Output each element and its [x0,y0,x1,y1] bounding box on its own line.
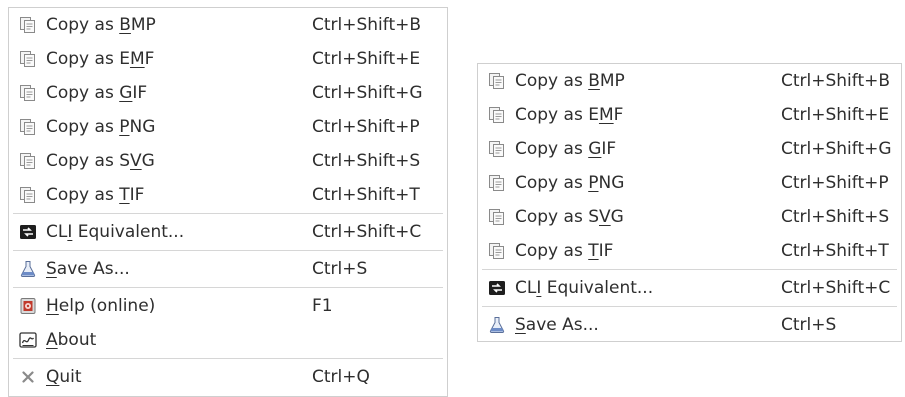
copy-icon [488,242,506,260]
copy-icon [19,152,37,170]
copy-icon [488,208,506,226]
save-flask-icon [19,260,37,278]
menu-item-label: Copy as GIF [515,139,617,159]
menu-item-quit[interactable]: Quit Ctrl+Q [9,360,447,394]
menu-item-label: Copy as TIF [515,241,614,261]
right-context-menu: Copy as BMP Ctrl+Shift+B Copy as EMF Ctr… [477,63,902,342]
menu-item-copy-emf[interactable]: Copy as EMF Ctrl+Shift+E [9,42,447,76]
menu-item-label: Copy as SVG [46,151,155,171]
copy-icon [488,72,506,90]
menu-item-save-as[interactable]: Save As... Ctrl+S [9,252,447,286]
shortcut-label: Ctrl+S [781,315,837,335]
menu-item-label: Copy as GIF [46,83,148,103]
menu-item-label: Copy as TIF [46,185,145,205]
copy-icon [488,174,506,192]
copy-icon [488,106,506,124]
copy-icon [19,16,37,34]
menu-item-copy-gif[interactable]: Copy as GIF Ctrl+Shift+G [478,132,901,166]
menu-item-label: Copy as PNG [46,117,156,137]
menu-item-copy-bmp[interactable]: Copy as BMP Ctrl+Shift+B [478,64,901,98]
menu-item-save-as[interactable]: Save As... Ctrl+S [478,308,901,342]
shortcut-label: Ctrl+Shift+T [781,241,889,261]
menu-item-copy-gif[interactable]: Copy as GIF Ctrl+Shift+G [9,76,447,110]
copy-icon [19,118,37,136]
menu-item-label: Copy as BMP [46,15,156,35]
menu-item-copy-tif[interactable]: Copy as TIF Ctrl+Shift+T [9,178,447,212]
menu-item-label: Copy as BMP [515,71,625,91]
menu-item-label: Help (online) [46,296,156,316]
copy-icon [19,84,37,102]
shortcut-label: Ctrl+Shift+P [312,117,420,137]
shortcut-label: Ctrl+S [312,259,368,279]
menu-item-label: Copy as EMF [46,49,155,69]
menu-item-label: CLI Equivalent... [46,222,185,242]
shortcut-label: F1 [312,296,333,316]
menu-item-label: About [46,330,97,350]
terminal-icon [488,279,506,297]
copy-icon [488,140,506,158]
close-x-icon [19,368,37,386]
menu-item-copy-png[interactable]: Copy as PNG Ctrl+Shift+P [478,166,901,200]
menu-item-label: Save As... [515,315,599,335]
menu-item-copy-png[interactable]: Copy as PNG Ctrl+Shift+P [9,110,447,144]
menu-item-label: Copy as EMF [515,105,624,125]
shortcut-label: Ctrl+Shift+P [781,173,889,193]
menu-item-copy-emf[interactable]: Copy as EMF Ctrl+Shift+E [478,98,901,132]
shortcut-label: Ctrl+Shift+T [312,185,420,205]
shortcut-label: Ctrl+Shift+G [312,83,423,103]
menu-item-about[interactable]: About [9,323,447,357]
menu-item-cli-equivalent[interactable]: CLI Equivalent... Ctrl+Shift+C [9,215,447,249]
shortcut-label: Ctrl+Shift+B [312,15,422,35]
shortcut-label: Ctrl+Shift+S [312,151,421,171]
shortcut-label: Ctrl+Shift+E [312,49,421,69]
menu-item-help[interactable]: Help (online) F1 [9,289,447,323]
shortcut-label: Ctrl+Shift+B [781,71,891,91]
shortcut-label: Ctrl+Shift+G [781,139,892,159]
copy-icon [19,186,37,204]
about-icon [19,331,37,349]
menu-item-label: Save As... [46,259,130,279]
menu-item-label: Copy as PNG [515,173,625,193]
shortcut-label: Ctrl+Shift+E [781,105,890,125]
menu-item-label: Copy as SVG [515,207,624,227]
terminal-icon [19,223,37,241]
left-context-menu: Copy as BMP Ctrl+Shift+B Copy as EMF Ctr… [8,7,448,397]
menu-item-copy-svg[interactable]: Copy as SVG Ctrl+Shift+S [478,200,901,234]
menu-item-copy-bmp[interactable]: Copy as BMP Ctrl+Shift+B [9,8,447,42]
save-flask-icon [488,316,506,334]
menu-item-label: Quit [46,367,82,387]
menu-item-cli-equivalent[interactable]: CLI Equivalent... Ctrl+Shift+C [478,271,901,305]
shortcut-label: Ctrl+Q [312,367,370,387]
shortcut-label: Ctrl+Shift+S [781,207,890,227]
copy-icon [19,50,37,68]
help-book-icon [19,297,37,315]
menu-item-label: CLI Equivalent... [515,278,654,298]
menu-item-copy-svg[interactable]: Copy as SVG Ctrl+Shift+S [9,144,447,178]
menu-item-copy-tif[interactable]: Copy as TIF Ctrl+Shift+T [478,234,901,268]
shortcut-label: Ctrl+Shift+C [781,278,891,298]
shortcut-label: Ctrl+Shift+C [312,222,422,242]
